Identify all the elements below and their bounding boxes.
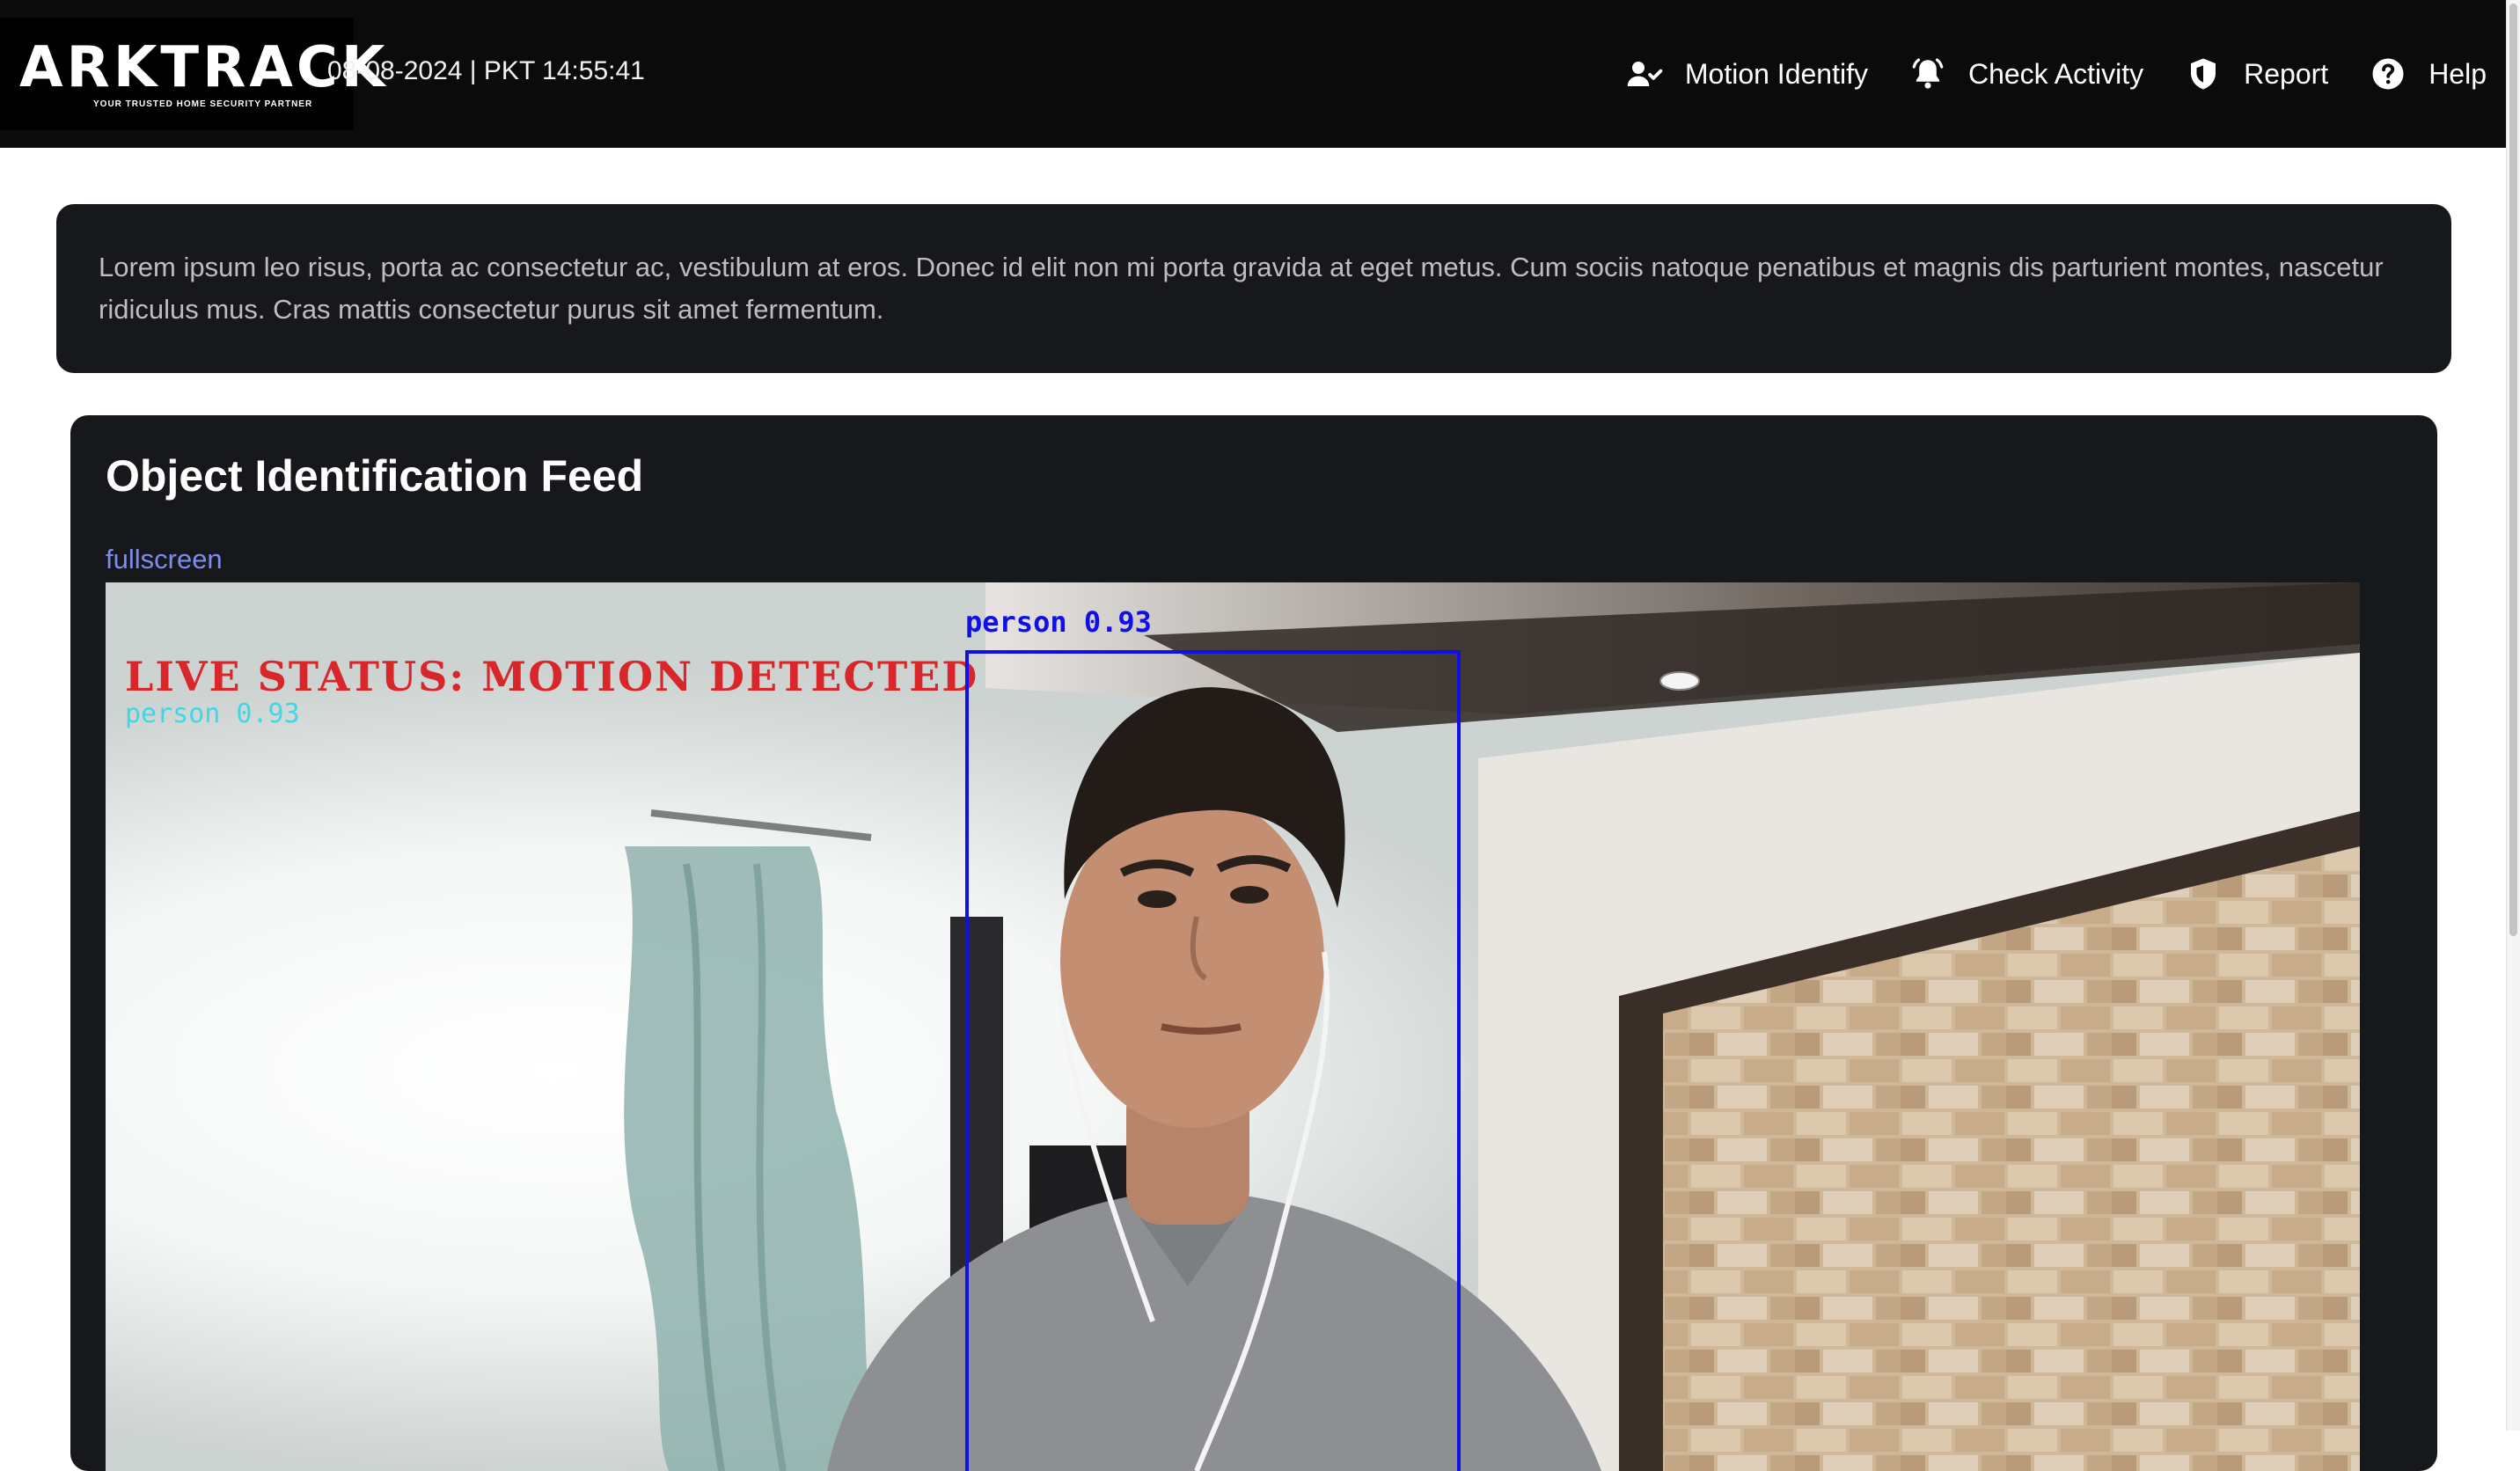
camera-feed[interactable]: LIVE STATUS: MOTION DETECTED person 0.93… (106, 582, 2360, 1471)
live-status-overlay: LIVE STATUS: MOTION DETECTED (125, 653, 979, 700)
info-banner: Lorem ipsum leo risus, porta ac consecte… (56, 204, 2451, 373)
banner-text: Lorem ipsum leo risus, porta ac consecte… (99, 252, 2384, 325)
date-time-display: 08-08-2024 | PKT 14:55:41 (327, 56, 645, 85)
top-navbar: ARKTRACK YOUR TRUSTED HOME SECURITY PART… (0, 0, 2506, 148)
scrollbar-thumb[interactable] (2509, 4, 2517, 936)
nav-report[interactable]: Report (2184, 55, 2328, 93)
nav-help[interactable]: Help (2369, 55, 2487, 93)
user-check-icon (1625, 55, 1664, 93)
logo-wordmark: ARKTRACK (19, 34, 389, 100)
main-nav: Motion Identify Check Activity Report He… (1625, 0, 2487, 148)
nav-label-check-activity: Check Activity (1967, 57, 2144, 90)
nav-label-report: Report (2244, 57, 2329, 90)
shield-icon (2184, 55, 2223, 93)
fullscreen-link[interactable]: fullscreen (106, 544, 223, 575)
arktrack-logo[interactable]: ARKTRACK YOUR TRUSTED HOME SECURITY PART… (0, 18, 389, 130)
nav-check-activity[interactable]: Check Activity (1908, 55, 2143, 93)
nav-motion-identify[interactable]: Motion Identify (1625, 55, 1868, 93)
nav-label-motion-identify: Motion Identify (1684, 57, 1868, 90)
bell-icon (1908, 55, 1947, 93)
feed-title: Object Identification Feed (106, 451, 644, 501)
bounding-box-label: person 0.93 (965, 605, 1152, 639)
nav-label-help: Help (2428, 57, 2487, 90)
person-bounding-box (965, 650, 1461, 1471)
page-scrollbar[interactable] (2506, 0, 2520, 1431)
question-circle-icon (2369, 55, 2407, 93)
logo-tagline: YOUR TRUSTED HOME SECURITY PARTNER (93, 99, 313, 109)
detection-score-overlay: person 0.93 (125, 699, 300, 729)
object-identification-card: Object Identification Feed fullscreen LI… (70, 415, 2437, 1471)
